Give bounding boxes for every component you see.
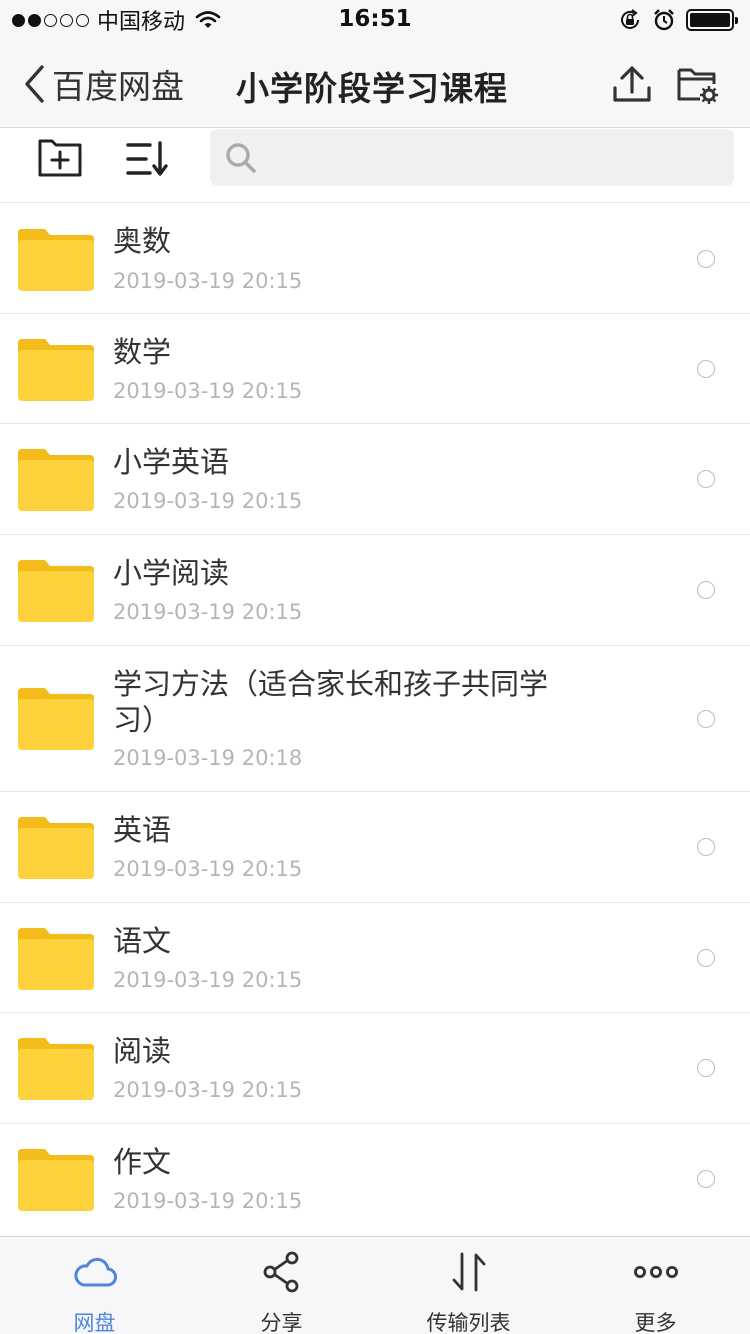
folder-icon xyxy=(18,1038,94,1100)
folder-icon xyxy=(18,1149,94,1211)
search-box[interactable] xyxy=(210,129,734,186)
search-icon xyxy=(226,143,256,173)
status-right xyxy=(618,8,738,32)
tab-bar: 网盘 分享 传输列表 更多 xyxy=(0,1236,750,1334)
folder-icon xyxy=(18,560,94,622)
transfer-icon xyxy=(452,1252,485,1292)
sort-icon[interactable] xyxy=(124,135,172,183)
file-row[interactable]: 小学英语 2019-03-19 20:15 xyxy=(0,424,750,535)
file-date: 2019-03-19 20:15 xyxy=(113,857,303,881)
folder-icon xyxy=(18,339,94,401)
file-row[interactable]: 英语 2019-03-19 20:15 xyxy=(0,792,750,903)
select-radio[interactable] xyxy=(697,949,715,967)
select-radio[interactable] xyxy=(697,1059,715,1077)
select-radio[interactable] xyxy=(697,710,715,728)
file-date: 2019-03-19 20:15 xyxy=(113,269,303,293)
file-date: 2019-03-19 20:15 xyxy=(113,379,303,403)
toolbar xyxy=(0,129,750,203)
search-input[interactable] xyxy=(266,137,716,177)
file-name: 小学英语 xyxy=(113,445,230,479)
battery-icon xyxy=(686,9,738,31)
file-name: 奥数 xyxy=(113,224,172,258)
tab-wangpan[interactable]: 网盘 xyxy=(1,1237,188,1334)
file-name: 作文 xyxy=(113,1145,172,1179)
tab-label: 分享 xyxy=(260,1311,303,1334)
file-name: 数学 xyxy=(113,335,172,369)
file-list: 奥数 2019-03-19 20:15 数学 2019-03-19 20:15 … xyxy=(0,203,750,1235)
file-row[interactable]: 作文 2019-03-19 20:15 xyxy=(0,1124,750,1235)
more-icon xyxy=(633,1265,678,1278)
rotation-lock-icon xyxy=(621,9,639,29)
chevron-left-icon xyxy=(25,65,44,103)
status-bar: 中国移动 16:51 xyxy=(0,0,750,40)
file-row[interactable]: 语文 2019-03-19 20:15 xyxy=(0,903,750,1013)
tab-transfer[interactable]: 传输列表 xyxy=(375,1237,562,1334)
page-title: 小学阶段学习课程 xyxy=(236,69,508,108)
file-name: 小学阅读 xyxy=(113,556,230,590)
select-radio[interactable] xyxy=(697,250,715,268)
folder-icon xyxy=(18,229,94,291)
file-date: 2019-03-19 20:15 xyxy=(113,489,303,513)
tab-share[interactable]: 分享 xyxy=(188,1237,375,1334)
file-row[interactable]: 学习方法（适合家长和孩子共同学习） 2019-03-19 20:18 xyxy=(0,646,750,792)
tab-label: 更多 xyxy=(634,1311,677,1334)
nav-bar: 百度网盘 小学阶段学习课程 xyxy=(0,40,750,128)
tab-label: 传输列表 xyxy=(426,1311,511,1334)
file-date: 2019-03-19 20:15 xyxy=(113,1189,303,1213)
file-date: 2019-03-19 20:15 xyxy=(113,968,303,992)
file-name: 学习方法（适合家长和孩子共同学习） xyxy=(113,667,549,737)
cloud-icon xyxy=(73,1257,117,1287)
file-name: 语文 xyxy=(113,924,172,958)
file-row[interactable]: 数学 2019-03-19 20:15 xyxy=(0,314,750,424)
share-icon xyxy=(263,1251,298,1293)
select-radio[interactable] xyxy=(697,838,715,856)
tab-more[interactable]: 更多 xyxy=(562,1237,749,1334)
file-date: 2019-03-19 20:15 xyxy=(113,600,303,624)
select-radio[interactable] xyxy=(697,470,715,488)
tab-label: 网盘 xyxy=(73,1311,116,1334)
file-date: 2019-03-19 20:18 xyxy=(113,746,303,770)
file-row[interactable]: 奥数 2019-03-19 20:15 xyxy=(0,203,750,314)
select-radio[interactable] xyxy=(697,1170,715,1188)
file-row[interactable]: 小学阅读 2019-03-19 20:15 xyxy=(0,535,750,646)
file-name: 英语 xyxy=(113,813,172,847)
back-button[interactable]: 百度网盘 xyxy=(22,58,184,110)
file-row[interactable]: 阅读 2019-03-19 20:15 xyxy=(0,1013,750,1124)
alarm-icon xyxy=(654,9,674,31)
folder-settings-icon[interactable] xyxy=(676,62,720,106)
back-label: 百度网盘 xyxy=(52,67,184,106)
select-radio[interactable] xyxy=(697,360,715,378)
folder-icon xyxy=(18,449,94,511)
file-date: 2019-03-19 20:15 xyxy=(113,1078,303,1102)
new-folder-icon[interactable] xyxy=(36,135,84,183)
folder-icon xyxy=(18,928,94,990)
upload-icon[interactable] xyxy=(610,62,654,106)
select-radio[interactable] xyxy=(697,581,715,599)
file-name: 阅读 xyxy=(113,1034,172,1068)
folder-icon xyxy=(18,817,94,879)
folder-icon xyxy=(18,688,94,750)
